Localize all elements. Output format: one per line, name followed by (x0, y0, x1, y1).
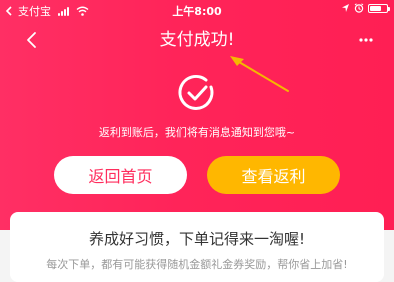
card-title: 养成好习惯，下单记得来一淘喔! (88, 230, 305, 248)
status-bar: 支付宝 上午8:00 (0, 0, 394, 20)
view-rebate-button[interactable]: 查看返利 (207, 156, 340, 194)
more-menu-button[interactable] (356, 30, 376, 50)
annotation-arrow-icon (230, 56, 289, 92)
view-rebate-label: 查看返利 (241, 167, 306, 186)
status-bar-right (341, 3, 390, 13)
battery-level-fill (370, 5, 381, 11)
location-arrow-icon (342, 4, 349, 12)
card-description: 每次下单，都有可能获得随机金额礼金券奖励，帮你省上加省! (46, 258, 348, 271)
status-time: 上午8:00 (172, 5, 222, 18)
back-home-label: 返回首页 (88, 167, 153, 186)
battery-icon (368, 3, 390, 13)
success-message: 返利到账后，我们将有消息通知到您哦~ (98, 126, 296, 139)
back-home-button[interactable]: 返回首页 (54, 156, 187, 194)
success-check-icon (178, 74, 214, 110)
page-title: 支付成功! (159, 30, 235, 50)
more-dots-icon (359, 38, 373, 42)
alarm-icon (354, 3, 364, 13)
